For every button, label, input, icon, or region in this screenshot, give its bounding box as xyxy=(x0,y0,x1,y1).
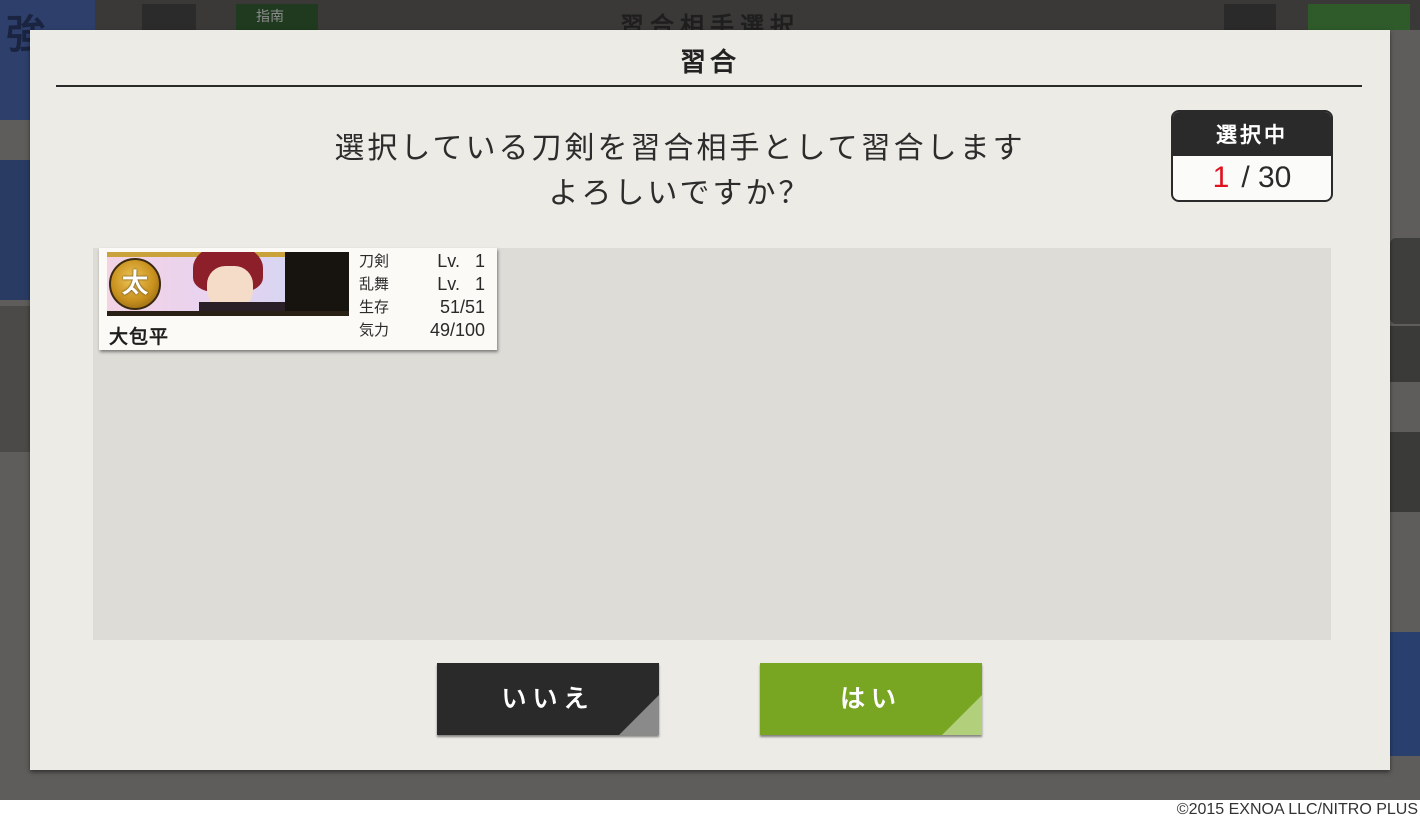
dialog-message-line: よろしいですか？ xyxy=(548,176,812,211)
sword-portrait-banner: 太 xyxy=(107,252,349,316)
confirm-dialog: 習合 選択している刀剣を習合相手として習合します よろしいですか？ 選択中 1 /… xyxy=(30,30,1390,770)
sword-type-badge-text: 太 xyxy=(121,269,148,299)
stat-value: 49/100 xyxy=(429,320,485,340)
background-green-button xyxy=(1308,4,1410,30)
selection-counter-label: 選択中 xyxy=(1173,112,1331,156)
selection-total-count: / 30 xyxy=(1241,161,1292,194)
stat-row: 刀剣 Lv. 1 xyxy=(359,250,485,273)
banner-pattern xyxy=(285,252,349,316)
stat-label: 乱舞 xyxy=(359,275,390,293)
selection-current-count: 1 xyxy=(1212,161,1230,194)
stat-value: Lv. 1 xyxy=(437,274,485,294)
background-right-panel xyxy=(1390,432,1420,512)
stat-row: 生存 51/51 xyxy=(359,296,485,319)
stat-label: 刀剣 xyxy=(359,252,390,270)
dialog-title: 習合 xyxy=(679,48,740,78)
yes-button[interactable]: はい xyxy=(760,663,982,735)
no-button[interactable]: いいえ xyxy=(437,663,659,735)
back-icon xyxy=(142,4,196,30)
stat-row: 気力 49/100 xyxy=(359,319,485,342)
background-side-tab xyxy=(0,306,30,452)
stat-value: Lv. 1 xyxy=(437,251,485,271)
dialog-message: 選択している刀剣を習合相手として習合します よろしいですか？ xyxy=(280,126,1080,216)
button-corner-accent xyxy=(619,695,659,735)
selection-counter-value: 1 / 30 xyxy=(1173,156,1331,200)
stat-row: 乱舞 Lv. 1 xyxy=(359,273,485,296)
title-divider xyxy=(56,85,1362,87)
sword-card[interactable]: 太 大包平 刀剣 Lv. 1 乱舞 Lv. 1 生存 51/51 気力 49/1… xyxy=(99,248,497,350)
sword-type-badge-icon: 太 xyxy=(109,258,161,310)
background-right-panel xyxy=(1390,632,1420,756)
stat-value: 51/51 xyxy=(439,297,485,317)
background-guide-button: 指南 xyxy=(236,4,318,30)
stat-label: 気力 xyxy=(359,321,390,339)
banner-border xyxy=(107,311,349,316)
dialog-message-line: 選択している刀剣を習合相手として習合します xyxy=(334,131,1026,166)
gear-icon xyxy=(1224,4,1276,30)
sword-stats: 刀剣 Lv. 1 乱舞 Lv. 1 生存 51/51 気力 49/100 xyxy=(359,250,485,342)
stat-label: 生存 xyxy=(359,298,390,316)
sword-name: 大包平 xyxy=(109,326,170,348)
background-right-panel xyxy=(1390,238,1420,324)
copyright-notice: ©2015 EXNOA LLC/NITRO PLUS xyxy=(1176,801,1418,818)
background-guide-label: 指南 xyxy=(256,9,284,25)
background-right-panel xyxy=(1390,326,1420,382)
background-side-tab xyxy=(0,160,30,300)
selection-counter: 選択中 1 / 30 xyxy=(1171,110,1333,202)
button-corner-accent xyxy=(942,695,982,735)
